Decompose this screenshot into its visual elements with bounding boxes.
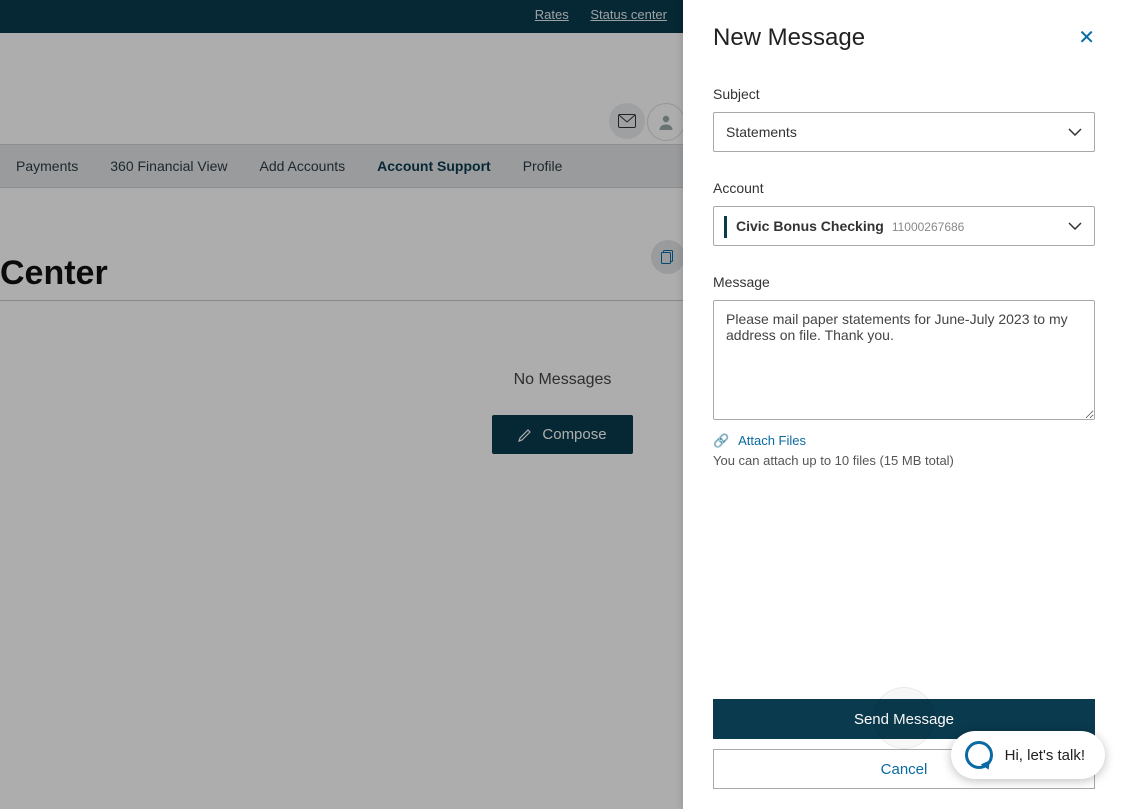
chat-widget[interactable]: Hi, let's talk! bbox=[951, 731, 1105, 779]
compose-label: Compose bbox=[542, 426, 606, 443]
panel-title: New Message bbox=[713, 24, 865, 52]
nav-item-profile[interactable]: Profile bbox=[507, 158, 579, 174]
attach-hint: You can attach up to 10 files (15 MB tot… bbox=[713, 453, 1095, 468]
nav-item-360-financial-view[interactable]: 360 Financial View bbox=[94, 158, 243, 174]
subject-label: Subject bbox=[713, 86, 1095, 102]
attachment-icon: 🔗 bbox=[713, 433, 729, 448]
link-rates[interactable]: Rates bbox=[535, 7, 569, 22]
pencil-icon bbox=[518, 428, 532, 442]
nav-item-payments[interactable]: Payments bbox=[0, 158, 94, 174]
account-number: 11000267686 bbox=[884, 220, 965, 234]
attach-files-link[interactable]: Attach Files bbox=[738, 433, 806, 448]
chevron-down-icon bbox=[1068, 128, 1082, 136]
mail-icon[interactable] bbox=[609, 103, 645, 139]
user-icon[interactable] bbox=[647, 103, 685, 141]
subject-select[interactable]: Statements bbox=[713, 112, 1095, 152]
account-label: Account bbox=[713, 180, 1095, 196]
compose-button[interactable]: Compose bbox=[492, 415, 632, 454]
account-select[interactable]: Civic Bonus Checking 11000267686 bbox=[713, 206, 1095, 246]
nav-item-add-accounts[interactable]: Add Accounts bbox=[244, 158, 362, 174]
new-message-panel: New Message ✕ Subject Statements Account… bbox=[683, 0, 1125, 809]
account-bar-icon bbox=[724, 216, 727, 238]
message-label: Message bbox=[713, 274, 1095, 290]
link-status-center[interactable]: Status center bbox=[590, 7, 667, 22]
copy-icon[interactable] bbox=[651, 240, 685, 274]
no-messages-text: No Messages bbox=[514, 371, 612, 389]
subject-value: Statements bbox=[726, 124, 797, 140]
account-name: Civic Bonus Checking bbox=[726, 218, 884, 234]
nav-item-account-support[interactable]: Account Support bbox=[361, 158, 507, 174]
chat-icon bbox=[965, 741, 993, 769]
close-icon[interactable]: ✕ bbox=[1078, 28, 1095, 48]
message-textarea[interactable] bbox=[713, 300, 1095, 420]
chevron-down-icon bbox=[1068, 222, 1082, 230]
page-title: Center bbox=[0, 254, 108, 293]
chat-text: Hi, let's talk! bbox=[1005, 747, 1085, 764]
